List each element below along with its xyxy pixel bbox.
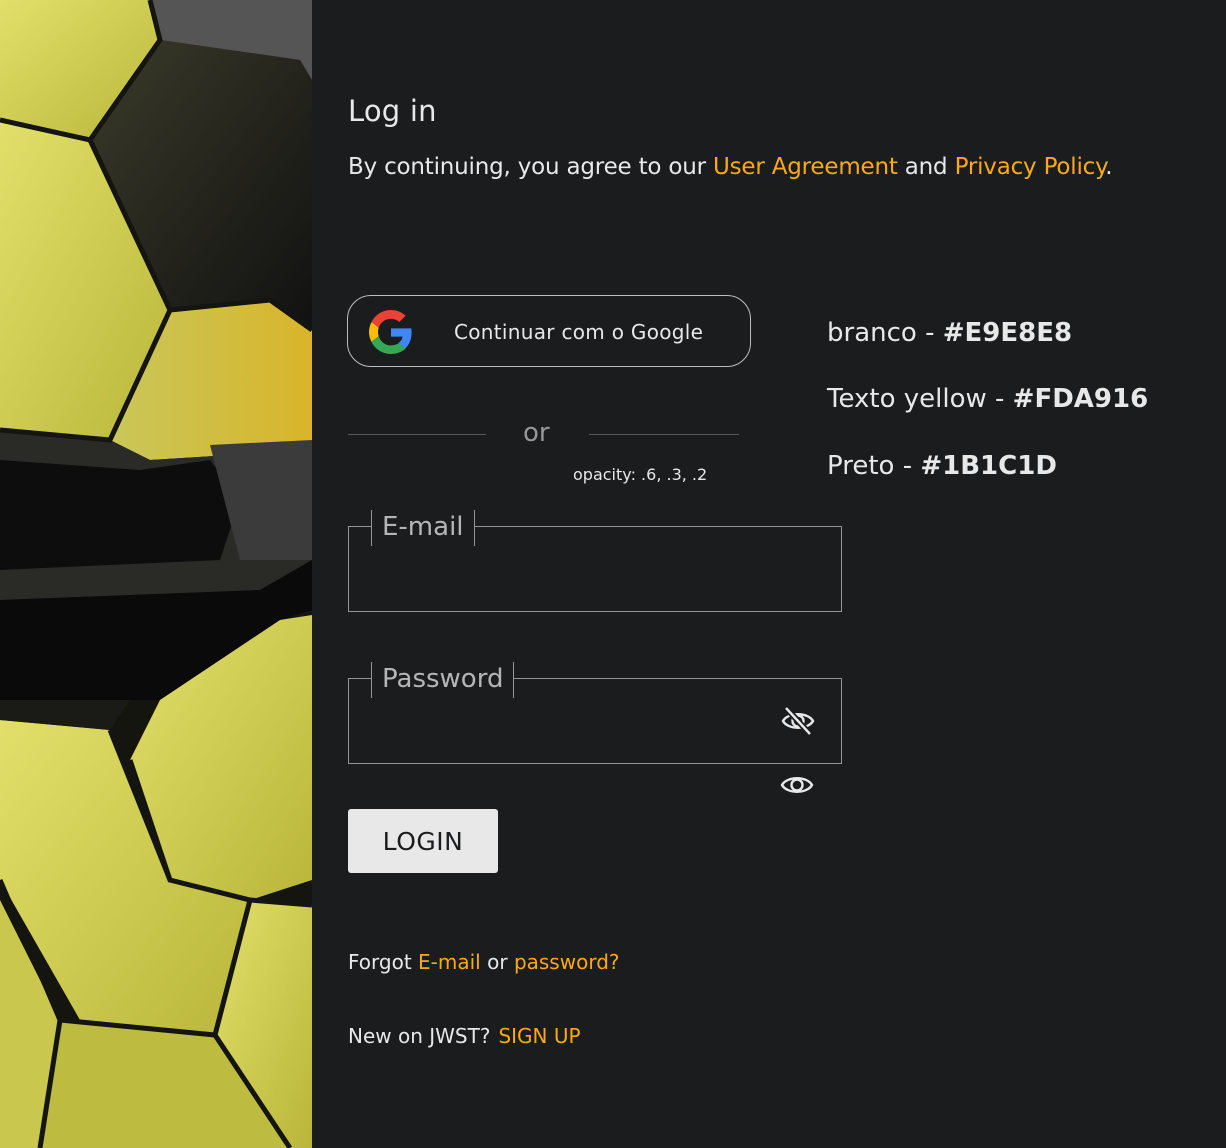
palette-note-white: branco - #E9E8E8 — [827, 318, 1072, 348]
login-panel: Log in By continuing, you agree to our U… — [312, 0, 1226, 1148]
page-title: Log in — [348, 94, 437, 128]
signup-row: New on JWST? SIGN UP — [348, 1024, 581, 1048]
google-signin-button[interactable]: Continuar com o Google — [347, 295, 751, 367]
palette-note-yellow: Texto yellow - #FDA916 — [827, 384, 1148, 414]
forgot-email-link[interactable]: E-mail — [418, 950, 481, 974]
google-button-label: Continuar com o Google — [454, 320, 704, 344]
agreement-and: and — [897, 154, 955, 180]
agreement-prefix: By continuing, you agree to our — [348, 154, 713, 180]
hero-hexagon-image — [0, 0, 312, 1148]
palette-value: #E9E8E8 — [942, 318, 1073, 348]
email-label: E-mail — [371, 510, 475, 546]
divider-right — [589, 434, 739, 435]
divider-left — [348, 434, 486, 435]
email-field[interactable]: E-mail — [348, 510, 842, 612]
new-on-text: New on JWST? — [348, 1024, 491, 1048]
forgot-credentials: Forgot E-mail or password? — [348, 950, 620, 974]
password-label: Password — [371, 662, 515, 698]
user-agreement-link[interactable]: User Agreement — [713, 154, 898, 180]
opacity-note: opacity: .6, .3, .2 — [573, 465, 708, 484]
google-g-icon — [369, 310, 412, 354]
agreement-suffix: . — [1105, 154, 1113, 180]
login-button[interactable]: LOGIN — [348, 809, 498, 873]
agreement-text: By continuing, you agree to our User Agr… — [348, 154, 1113, 180]
privacy-policy-link[interactable]: Privacy Policy — [955, 154, 1106, 180]
forgot-or: or — [480, 950, 514, 974]
palette-label: Texto yellow - — [827, 384, 1013, 414]
password-field[interactable]: Password — [348, 662, 842, 764]
palette-value: #1B1C1D — [920, 451, 1057, 481]
forgot-prefix: Forgot — [348, 950, 419, 974]
or-separator: or — [523, 418, 550, 448]
hexagon-pattern — [0, 0, 312, 1148]
palette-label: Preto - — [827, 451, 921, 481]
eye-icon[interactable] — [779, 768, 815, 802]
palette-label: branco - — [827, 318, 943, 348]
palette-value: #FDA916 — [1012, 384, 1149, 414]
eye-slash-icon[interactable] — [780, 703, 816, 739]
palette-note-black: Preto - #1B1C1D — [827, 451, 1057, 481]
forgot-password-link[interactable]: password? — [514, 950, 620, 974]
signup-link[interactable]: SIGN UP — [498, 1024, 580, 1048]
